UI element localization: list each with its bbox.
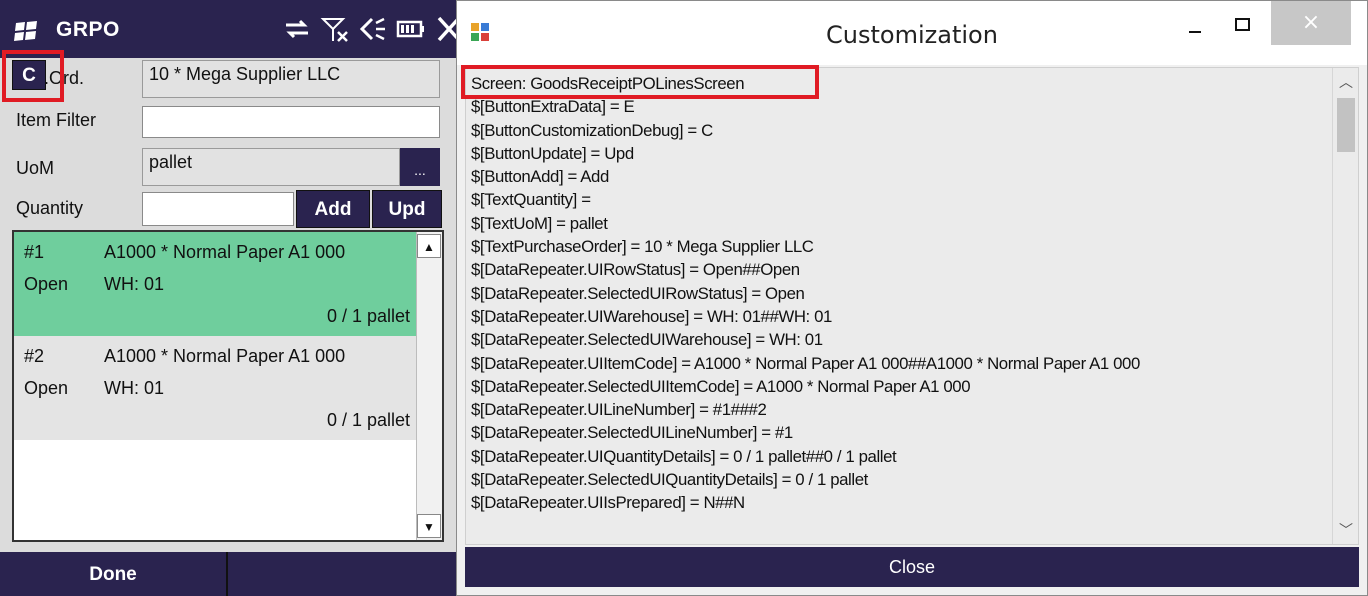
done-button[interactable]: Done: [0, 552, 228, 596]
mobile-app-window: GRPO n.Ord. 10 * Mega Supplier LLC C Ite…: [0, 0, 461, 596]
quantity-label: Quantity: [16, 198, 84, 218]
lines-list: #1 A1000 * Normal Paper A1 000 Open WH: …: [12, 230, 444, 542]
text-line: $[DataRepeater.SelectedUIWarehouse] = WH…: [471, 330, 823, 350]
signal-off-icon: [320, 14, 350, 44]
status-icons: [282, 14, 464, 44]
text-line: $[DataRepeater.UIWarehouse] = WH: 01##WH…: [471, 306, 832, 326]
warehouse: WH: 01: [104, 378, 165, 398]
dialog-titlebar: Customization ×: [457, 1, 1367, 65]
window-close-button[interactable]: ×: [1271, 1, 1351, 45]
quantity-details: 0 / 1 pallet: [326, 410, 410, 430]
row-status: Open: [24, 274, 69, 294]
volume-icon: [358, 14, 388, 44]
text-line: $[ButtonCustomizationDebug] = C: [471, 120, 713, 140]
quantity-input[interactable]: [142, 192, 294, 226]
quantity-details: 0 / 1 pallet: [326, 306, 410, 326]
customization-textarea[interactable]: Screen: GoodsReceiptPOLinesScreen $[Butt…: [465, 67, 1359, 545]
chevron-up-icon[interactable]: ︿: [1333, 70, 1358, 94]
minimize-button[interactable]: [1173, 1, 1219, 45]
text-line: $[TextUoM] = pallet: [471, 213, 608, 233]
customization-lines: Screen: GoodsReceiptPOLinesScreen $[Butt…: [471, 72, 1311, 515]
scroll-down-arrow-icon[interactable]: ▼: [417, 514, 441, 538]
item-code: A1000 * Normal Paper A1 000: [104, 242, 346, 262]
bottom-bar: Done: [0, 552, 456, 596]
uom-label: UoM: [16, 158, 55, 178]
item-filter-label: Item Filter: [16, 110, 97, 130]
customization-dialog: Customization × Screen: GoodsReceiptPOLi…: [456, 0, 1368, 596]
add-button[interactable]: Add: [296, 190, 370, 228]
text-line: $[ButtonUpdate] = Upd: [471, 143, 634, 163]
line-number: #2: [24, 346, 45, 366]
row-status: Open: [24, 378, 69, 398]
scrollbar-thumb[interactable]: [1337, 98, 1355, 152]
text-line: $[TextPurchaseOrder] = 10 * Mega Supplie…: [471, 237, 814, 257]
text-line: $[TextQuantity] =: [471, 190, 591, 210]
warehouse: WH: 01: [104, 274, 165, 294]
uom-field: pallet: [142, 148, 400, 186]
app-title: GRPO: [56, 18, 120, 41]
text-line: $[ButtonAdd] = Add: [471, 167, 609, 187]
text-line: $[DataRepeater.SelectedUIItemCode] = A10…: [471, 376, 971, 396]
text-line: $[DataRepeater.UIRowStatus] = Open##Open: [471, 260, 800, 280]
scroll-up-arrow-icon[interactable]: ▲: [417, 234, 441, 258]
textarea-scrollbar[interactable]: ︿ ﹀: [1332, 68, 1358, 544]
line-number: #1: [24, 242, 45, 262]
update-button[interactable]: Upd: [372, 190, 442, 228]
mobile-titlebar: GRPO: [0, 0, 461, 58]
highlight-box-debug: [2, 50, 64, 102]
list-item[interactable]: #1 A1000 * Normal Paper A1 000 Open WH: …: [14, 232, 418, 336]
close-button[interactable]: Close: [465, 547, 1359, 587]
text-line: $[DataRepeater.SelectedUIQuantityDetails…: [471, 470, 868, 490]
maximize-icon: [1235, 18, 1250, 31]
text-line: $[DataRepeater.SelectedUILineNumber] = #…: [471, 423, 793, 443]
text-line: $[DataRepeater.UIItemCode] = A1000 * Nor…: [471, 353, 1140, 373]
highlight-box-screen: [461, 65, 819, 99]
text-line: $[DataRepeater.SelectedUIRowStatus] = Op…: [471, 283, 805, 303]
list-scrollbar[interactable]: ▲ ▼: [416, 232, 442, 540]
text-line: $[DataRepeater.UIQuantityDetails] = 0 / …: [471, 446, 897, 466]
item-filter-input[interactable]: [142, 106, 440, 138]
uom-select-button[interactable]: ...: [400, 148, 440, 186]
minimize-icon: [1189, 31, 1201, 33]
purchase-order-field: 10 * Mega Supplier LLC: [142, 60, 440, 98]
list-item[interactable]: #2 A1000 * Normal Paper A1 000 Open WH: …: [14, 336, 418, 440]
maximize-button[interactable]: [1219, 1, 1265, 45]
text-line: $[DataRepeater.UILineNumber] = #1###2: [471, 400, 767, 420]
item-code: A1000 * Normal Paper A1 000: [104, 346, 346, 366]
sync-icon: [282, 14, 312, 44]
chevron-down-icon[interactable]: ﹀: [1333, 518, 1358, 542]
windows-logo-icon: [14, 21, 37, 41]
text-line: $[DataRepeater.UIIsPrepared] = N##N: [471, 493, 745, 513]
battery-icon: [396, 14, 426, 44]
